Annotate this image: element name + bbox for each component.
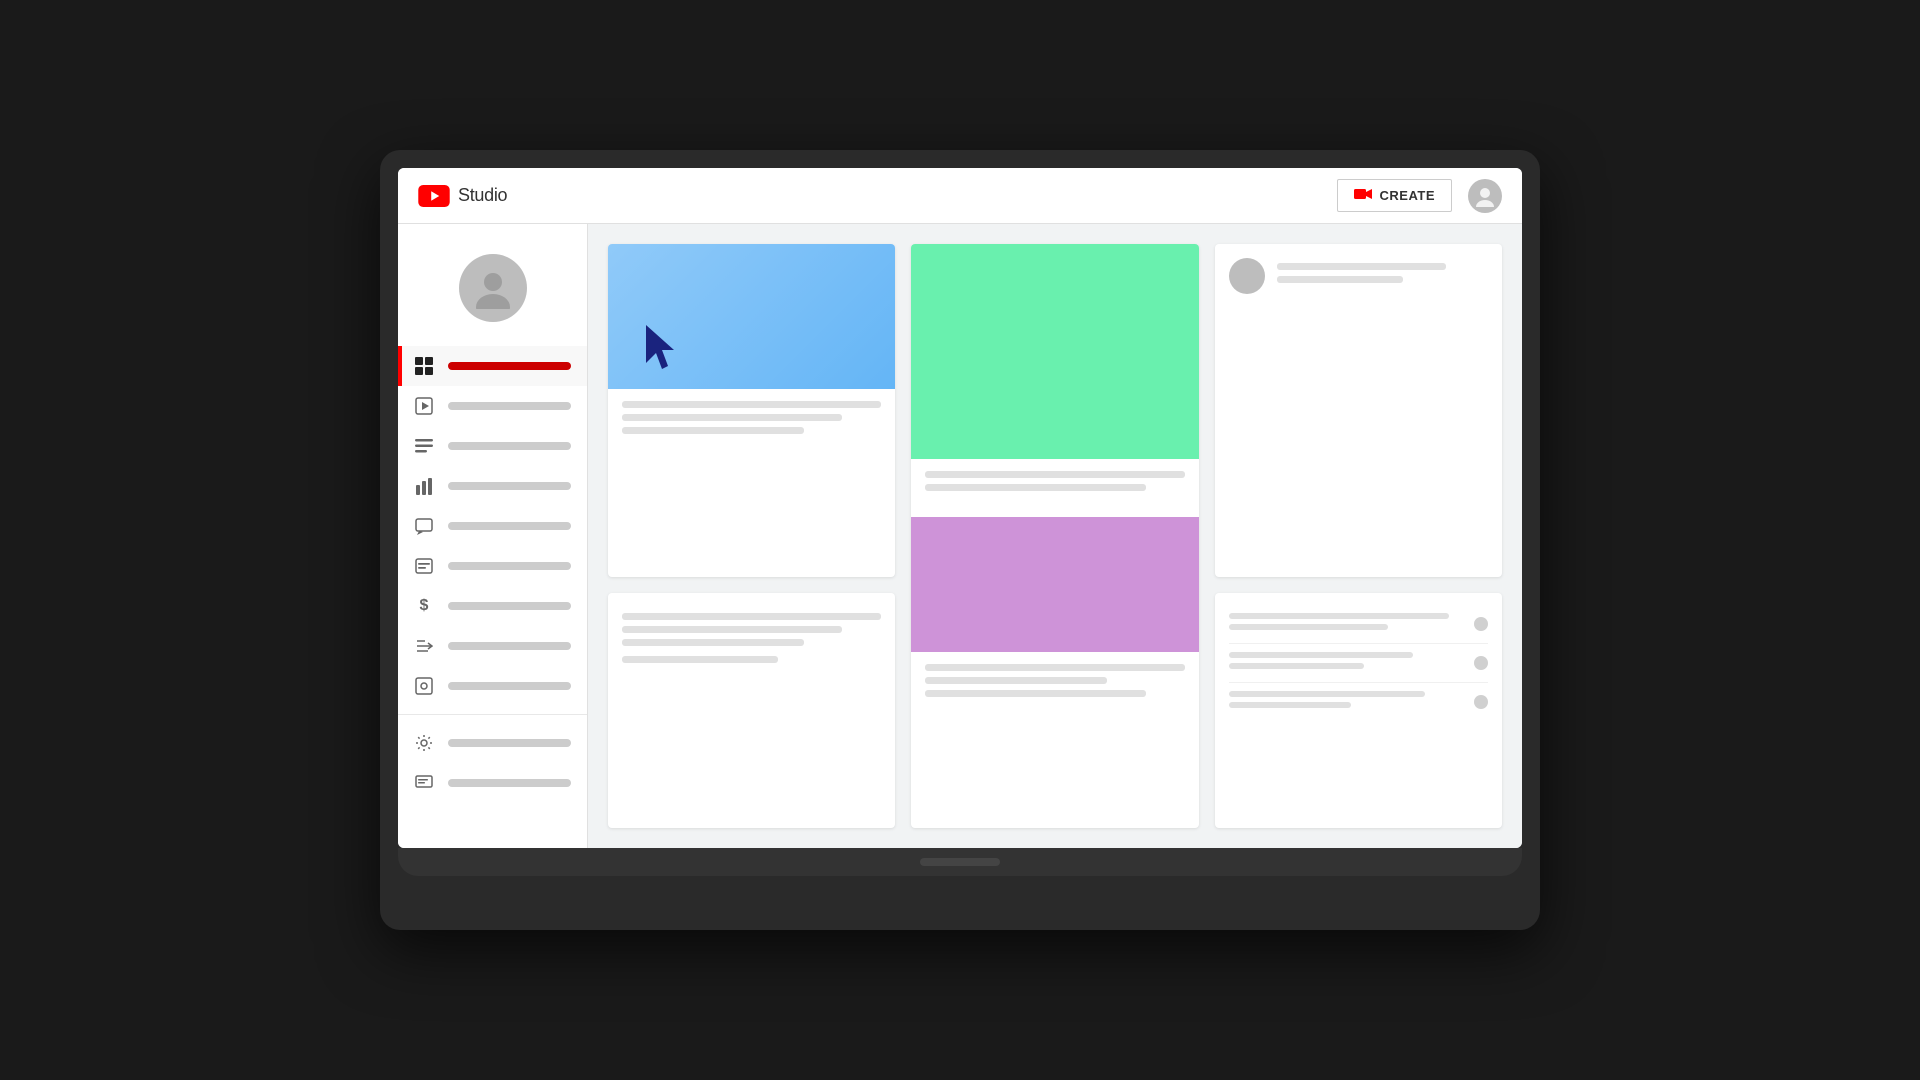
sidebar-item-subtitles[interactable] [398, 546, 587, 586]
feedback-label [448, 779, 571, 787]
sidebar-item-monetization[interactable]: $ [398, 586, 587, 626]
card-2-top-content [911, 459, 1198, 509]
studio-label: Studio [458, 185, 507, 206]
channel-line [1277, 276, 1404, 283]
list-dot [1474, 617, 1488, 631]
content-line [925, 677, 1107, 684]
list-line [1229, 702, 1352, 708]
laptop-screen: Studio CREATE [398, 168, 1522, 848]
monetization-icon: $ [414, 596, 434, 616]
subtitles-label [448, 562, 571, 570]
channel-card-content [1215, 244, 1502, 322]
list-lines [1229, 691, 1474, 713]
laptop-frame: Studio CREATE [380, 150, 1540, 930]
audio-label [448, 682, 571, 690]
sidebar-item-dashboard[interactable] [398, 346, 587, 386]
settings-label [448, 739, 571, 747]
list-lines [1229, 613, 1474, 635]
create-label: CREATE [1380, 188, 1435, 203]
content-line [622, 626, 842, 633]
analytics-icon [414, 476, 434, 496]
playlists-label [448, 442, 571, 450]
card-4[interactable] [1215, 593, 1502, 828]
sidebar-avatar-section [398, 234, 587, 346]
youtube-logo [418, 185, 450, 207]
sidebar-item-audio[interactable] [398, 666, 587, 706]
content-area [588, 224, 1522, 848]
list-dot [1474, 695, 1488, 709]
card-5[interactable] [608, 593, 895, 828]
channel-info-row [1229, 258, 1488, 294]
card-2-purple-thumbnail [911, 517, 1198, 652]
list-row [1229, 644, 1488, 683]
card-1[interactable] [608, 244, 895, 577]
list-row [1229, 683, 1488, 721]
monetization-label [448, 602, 571, 610]
sidebar-item-analytics[interactable] [398, 466, 587, 506]
logo-area: Studio [418, 185, 507, 207]
customization-icon [414, 636, 434, 656]
main-layout: $ [398, 224, 1522, 848]
card-2-green-thumbnail [911, 244, 1198, 459]
content-line [622, 613, 881, 620]
card-3[interactable] [1215, 244, 1502, 577]
customization-label [448, 642, 571, 650]
content-line [622, 656, 778, 663]
sidebar-avatar[interactable] [459, 254, 527, 322]
playlists-icon [414, 436, 434, 456]
content-line [622, 414, 842, 421]
card-2-bottom-content [911, 652, 1198, 715]
laptop-notch [920, 858, 1000, 866]
content-line [622, 427, 804, 434]
list-dot [1474, 656, 1488, 670]
top-bar-right: CREATE [1337, 179, 1502, 213]
list-line [1229, 624, 1388, 630]
top-bar: Studio CREATE [398, 168, 1522, 224]
sidebar-item-customization[interactable] [398, 626, 587, 666]
content-label [448, 402, 571, 410]
card-5-content [608, 593, 895, 681]
list-line [1229, 652, 1413, 658]
channel-line [1277, 263, 1446, 270]
channel-info-lines [1277, 263, 1488, 289]
list-card-content [1215, 593, 1502, 733]
dashboard-label [448, 362, 571, 370]
analytics-label [448, 482, 571, 490]
sidebar-item-settings[interactable] [398, 723, 587, 763]
content-line [925, 690, 1145, 697]
settings-icon [414, 733, 434, 753]
list-lines [1229, 652, 1474, 674]
card-1-thumbnail [608, 244, 895, 389]
create-button[interactable]: CREATE [1337, 179, 1452, 212]
content-line [925, 484, 1145, 491]
sidebar-divider [398, 714, 587, 715]
subtitles-icon [414, 556, 434, 576]
content-line [925, 471, 1184, 478]
content-icon [414, 396, 434, 416]
card-2[interactable] [911, 244, 1198, 828]
sidebar: $ [398, 224, 588, 848]
list-line [1229, 691, 1425, 697]
content-line [622, 639, 804, 646]
content-line [925, 664, 1184, 671]
dashboard-icon [414, 356, 434, 376]
comments-icon [414, 516, 434, 536]
sidebar-item-content[interactable] [398, 386, 587, 426]
channel-thumbnail [1229, 258, 1265, 294]
card-1-content [608, 389, 895, 482]
sidebar-item-comments[interactable] [398, 506, 587, 546]
list-line [1229, 663, 1364, 669]
sidebar-item-playlists[interactable] [398, 426, 587, 466]
audio-icon [414, 676, 434, 696]
feedback-icon [414, 773, 434, 793]
list-row [1229, 605, 1488, 644]
list-line [1229, 613, 1450, 619]
comments-label [448, 522, 571, 530]
sidebar-item-feedback[interactable] [398, 763, 587, 803]
cursor-icon [646, 325, 686, 371]
create-camera-icon [1354, 187, 1372, 204]
user-avatar[interactable] [1468, 179, 1502, 213]
content-line [622, 401, 881, 408]
laptop-base [398, 848, 1522, 876]
